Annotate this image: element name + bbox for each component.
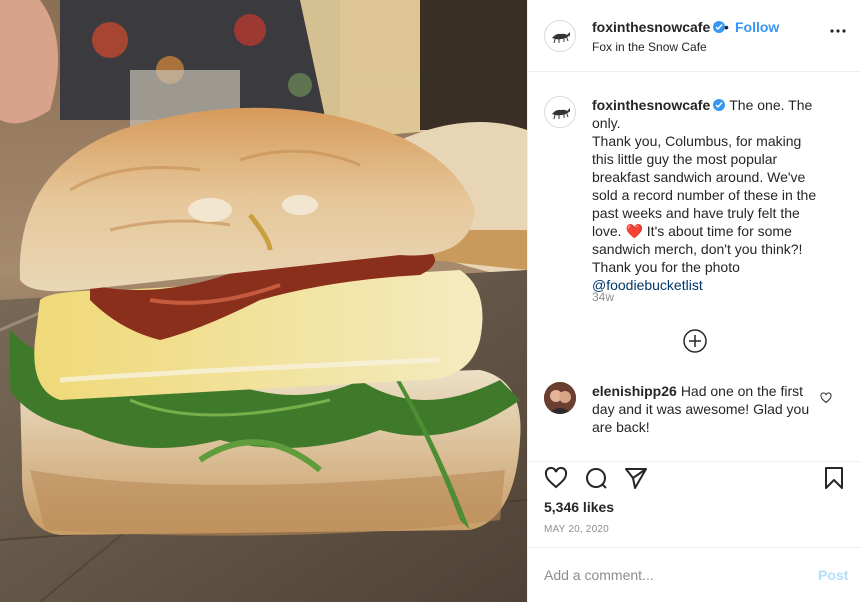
commenter-photo-icon	[544, 382, 576, 414]
comments-section: foxinthesnowcafe The one. The only. Thank…	[528, 72, 861, 461]
post-photo[interactable]	[0, 0, 527, 602]
caption: foxinthesnowcafe The one. The only. Thank…	[592, 96, 820, 294]
verified-badge-icon	[713, 99, 726, 111]
follow-separator: •	[724, 19, 729, 35]
caption-avatar[interactable]	[544, 96, 576, 128]
account-avatar[interactable]	[544, 20, 576, 52]
heart-emoji: ❤️	[625, 223, 643, 239]
post-details-panel: foxinthesnowcafe • Follow Fox in the Sno…	[527, 0, 861, 602]
add-comment-bar: Post	[528, 547, 861, 602]
follow-button[interactable]: Follow	[735, 19, 779, 35]
comment-icon[interactable]	[584, 466, 608, 490]
commenter-username[interactable]: elenishipp26	[592, 383, 677, 399]
comment: elenishipp26 Had one on the first day and…	[592, 382, 812, 436]
caption-username[interactable]: foxinthesnowcafe	[592, 97, 726, 113]
post-time-ago[interactable]: 34w	[592, 290, 614, 304]
load-more-comments-icon[interactable]	[682, 328, 708, 354]
fox-logo-icon	[552, 108, 570, 120]
caption-body: The one. The only. Thank you, Columbus, …	[592, 97, 817, 239]
post-date[interactable]: MAY 20, 2020	[544, 524, 609, 535]
post-actions: 5,346 likes MAY 20, 2020	[528, 461, 861, 547]
more-options-icon[interactable]	[830, 29, 846, 33]
account-username[interactable]: foxinthesnowcafe	[592, 19, 726, 35]
caption-username-text[interactable]: foxinthesnowcafe	[592, 97, 710, 113]
comment-like-heart-icon[interactable]	[820, 392, 832, 404]
post-location[interactable]: Fox in the Snow Cafe	[592, 40, 707, 54]
caption-body-continued: It's about time for some sandwich merch,…	[592, 223, 803, 275]
post-header: foxinthesnowcafe • Follow Fox in the Sno…	[528, 0, 861, 72]
heart-icon[interactable]	[544, 466, 568, 490]
post-comment-button[interactable]: Post	[818, 567, 848, 583]
likes-count[interactable]: 5,346 likes	[544, 499, 614, 515]
instagram-post: foxinthesnowcafe • Follow Fox in the Sno…	[0, 0, 861, 602]
sandwich-photo-illustration	[0, 0, 527, 602]
fox-logo-icon	[552, 32, 570, 44]
bookmark-icon[interactable]	[822, 466, 846, 490]
add-comment-input[interactable]	[544, 565, 794, 585]
share-icon[interactable]	[624, 466, 648, 490]
commenter-avatar[interactable]	[544, 382, 576, 414]
account-username-text[interactable]: foxinthesnowcafe	[592, 19, 710, 35]
